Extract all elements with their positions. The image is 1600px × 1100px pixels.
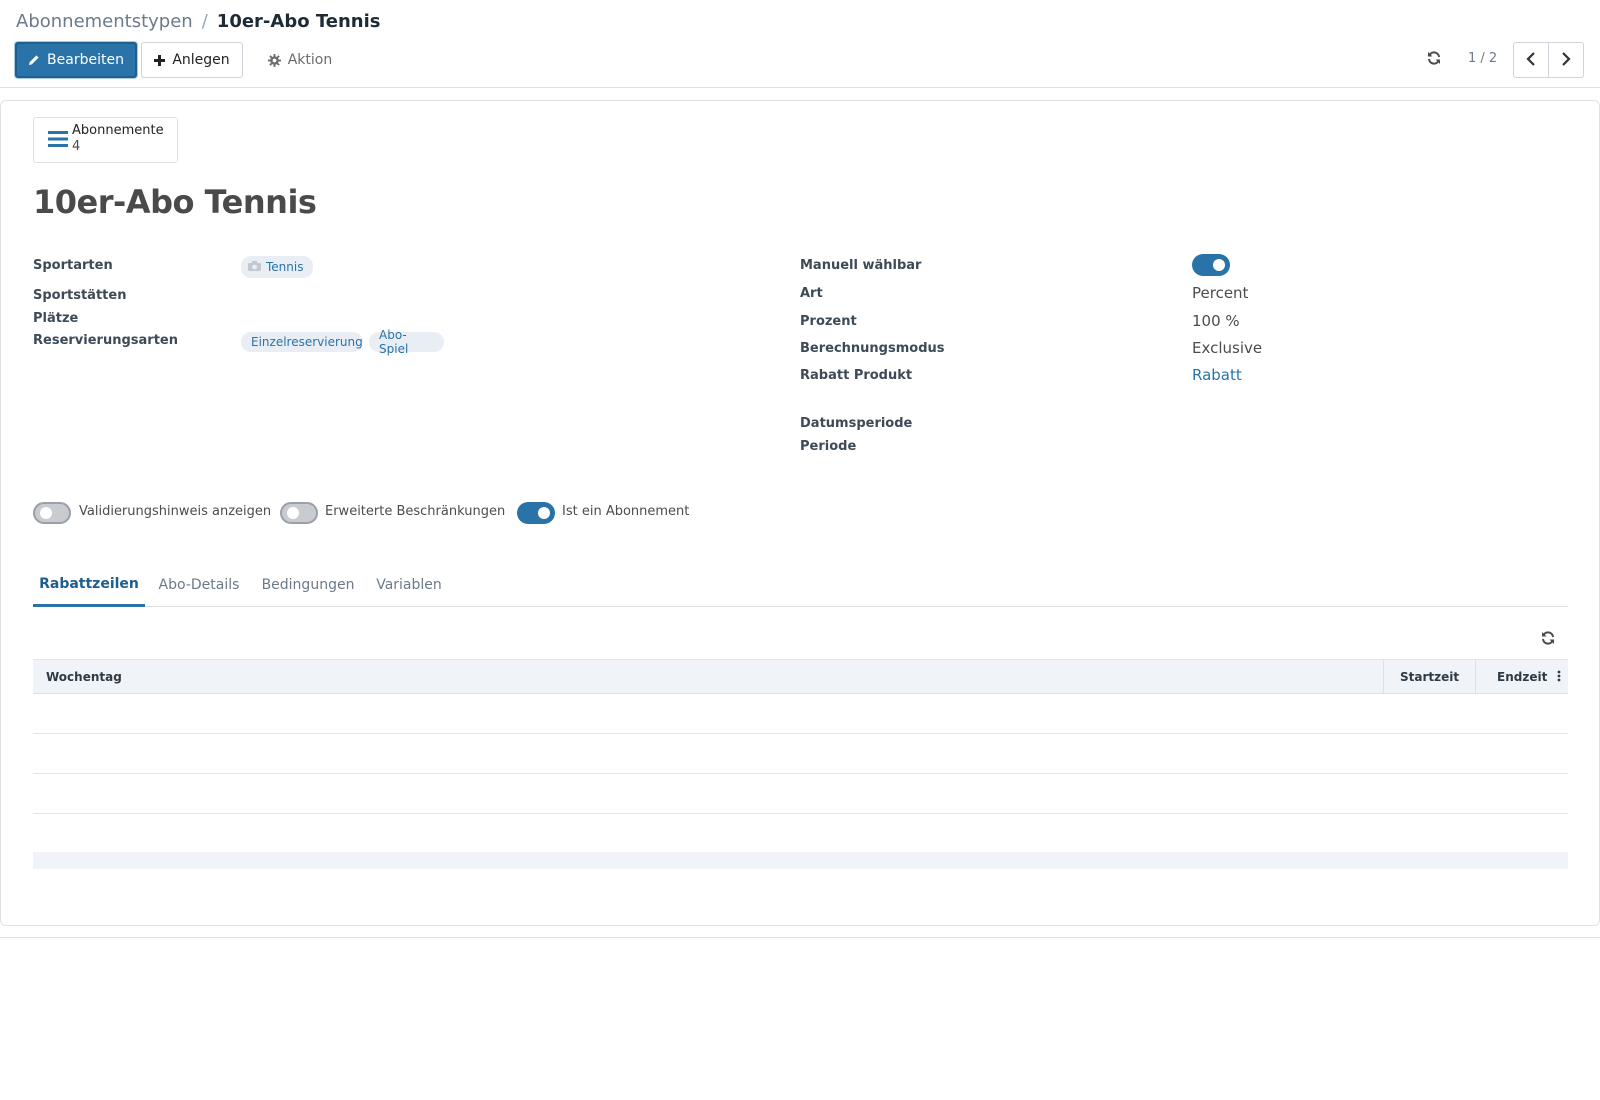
- reservation-tag-abo-spiel[interactable]: Abo-Spiel: [369, 328, 444, 356]
- record-title: 10er-Abo Tennis: [33, 183, 317, 221]
- breadcrumb-separator: /: [201, 11, 208, 32]
- notebook-tabs: Rabattzeilen Abo-Details Bedingungen Var…: [33, 563, 1568, 607]
- action-menu-button[interactable]: Aktion: [258, 42, 342, 78]
- manuell-waehlbar-label: Manuell wählbar: [800, 258, 922, 273]
- edit-button[interactable]: Bearbeiten: [15, 42, 137, 78]
- reservation-tag-label: Einzelreservierung: [251, 335, 363, 349]
- datumsperiode-label: Datumsperiode: [800, 416, 913, 431]
- table-row: [33, 774, 1568, 814]
- pager-previous-button[interactable]: [1514, 43, 1548, 77]
- reload-button[interactable]: [1424, 49, 1444, 69]
- pager-next-button[interactable]: [1548, 43, 1583, 77]
- erweiterte-beschraenkungen-label: Erweiterte Beschränkungen: [325, 504, 506, 519]
- column-divider: [1383, 660, 1384, 693]
- chevron-left-icon: [1526, 51, 1536, 70]
- reservation-tag-einzel[interactable]: Einzelreservierung: [241, 332, 363, 352]
- tab-bedingungen[interactable]: Bedingungen: [255, 563, 361, 607]
- refresh-icon: [1427, 50, 1441, 69]
- pager-value[interactable]: 1 / 2: [1468, 49, 1497, 69]
- ist-abonnement-toggle[interactable]: [517, 502, 555, 524]
- column-header-startzeit[interactable]: Startzeit: [1400, 660, 1459, 693]
- breadcrumb-current: 10er-Abo Tennis: [216, 11, 381, 32]
- vertical-ellipsis-icon: [1557, 667, 1561, 686]
- table-footer: [33, 852, 1568, 869]
- edit-button-label: Bearbeiten: [47, 52, 124, 68]
- erweiterte-beschraenkungen-toggle[interactable]: [280, 502, 318, 524]
- subscriptions-smart-button[interactable]: Abonnemente 4: [33, 117, 178, 163]
- table-header: Wochentag Startzeit Endzeit: [33, 659, 1568, 694]
- sportstaetten-label: Sportstätten: [33, 288, 127, 303]
- berechnungsmodus-value: Exclusive: [1192, 339, 1263, 357]
- pencil-icon: [28, 54, 40, 66]
- smart-button-count: 4: [72, 139, 81, 154]
- table-row: [33, 694, 1568, 734]
- rabatt-produkt-link[interactable]: Rabatt: [1192, 365, 1242, 385]
- table-row: [33, 813, 1568, 853]
- tab-rabattzeilen[interactable]: Rabattzeilen: [33, 563, 145, 607]
- chevron-right-icon: [1561, 51, 1571, 70]
- smart-button-text: Abonnemente 4: [72, 123, 164, 155]
- list-icon: [48, 130, 68, 152]
- column-header-wochentag[interactable]: Wochentag: [46, 660, 122, 693]
- smart-button-label: Abonnemente: [72, 123, 164, 138]
- sport-tag-label: Tennis: [266, 260, 304, 274]
- toggle-knob: [40, 507, 52, 519]
- toggle-knob: [287, 507, 299, 519]
- toggle-knob: [538, 507, 550, 519]
- control-panel: Abonnementstypen / 10er-Abo Tennis Bearb…: [0, 0, 1600, 88]
- toggle-knob: [1213, 259, 1225, 271]
- create-button[interactable]: Anlegen: [141, 42, 243, 78]
- art-value: Percent: [1192, 284, 1249, 302]
- prozent-value: 100 %: [1192, 312, 1240, 330]
- gear-icon: [267, 53, 281, 67]
- art-label: Art: [800, 286, 823, 301]
- plaetze-label: Plätze: [33, 311, 79, 326]
- divider: [0, 937, 1600, 938]
- column-divider: [1475, 660, 1476, 693]
- breadcrumb: Abonnementstypen / 10er-Abo Tennis: [16, 10, 380, 34]
- sportarten-label: Sportarten: [33, 258, 113, 273]
- refresh-icon: [1541, 630, 1555, 649]
- berechnungsmodus-label: Berechnungsmodus: [800, 341, 945, 356]
- tab-abo-details[interactable]: Abo-Details: [151, 563, 247, 607]
- pager-buttons: [1513, 42, 1584, 78]
- breadcrumb-parent-link[interactable]: Abonnementstypen: [16, 10, 193, 34]
- ist-abonnement-label: Ist ein Abonnement: [562, 504, 690, 519]
- periode-label: Periode: [800, 439, 857, 454]
- plus-icon: [154, 54, 166, 66]
- camera-icon: [248, 260, 261, 274]
- column-header-endzeit[interactable]: Endzeit: [1497, 660, 1547, 693]
- rabatt-produkt-label: Rabatt Produkt: [800, 368, 913, 383]
- table-reload-button[interactable]: [1538, 629, 1558, 649]
- prozent-label: Prozent: [800, 314, 857, 329]
- validierungshinweis-label: Validierungshinweis anzeigen: [79, 504, 272, 519]
- table-row: [33, 734, 1568, 774]
- column-options-button[interactable]: [1554, 668, 1564, 684]
- tab-variablen[interactable]: Variablen: [369, 563, 449, 607]
- action-menu-label: Aktion: [287, 52, 333, 68]
- sport-tag-tennis[interactable]: Tennis: [241, 256, 314, 278]
- manuell-waehlbar-toggle[interactable]: [1192, 254, 1230, 276]
- create-button-label: Anlegen: [172, 52, 230, 68]
- validierungshinweis-toggle[interactable]: [33, 502, 71, 524]
- reservation-tag-label: Abo-Spiel: [379, 328, 409, 356]
- reservierungsarten-label: Reservierungsarten: [33, 333, 178, 348]
